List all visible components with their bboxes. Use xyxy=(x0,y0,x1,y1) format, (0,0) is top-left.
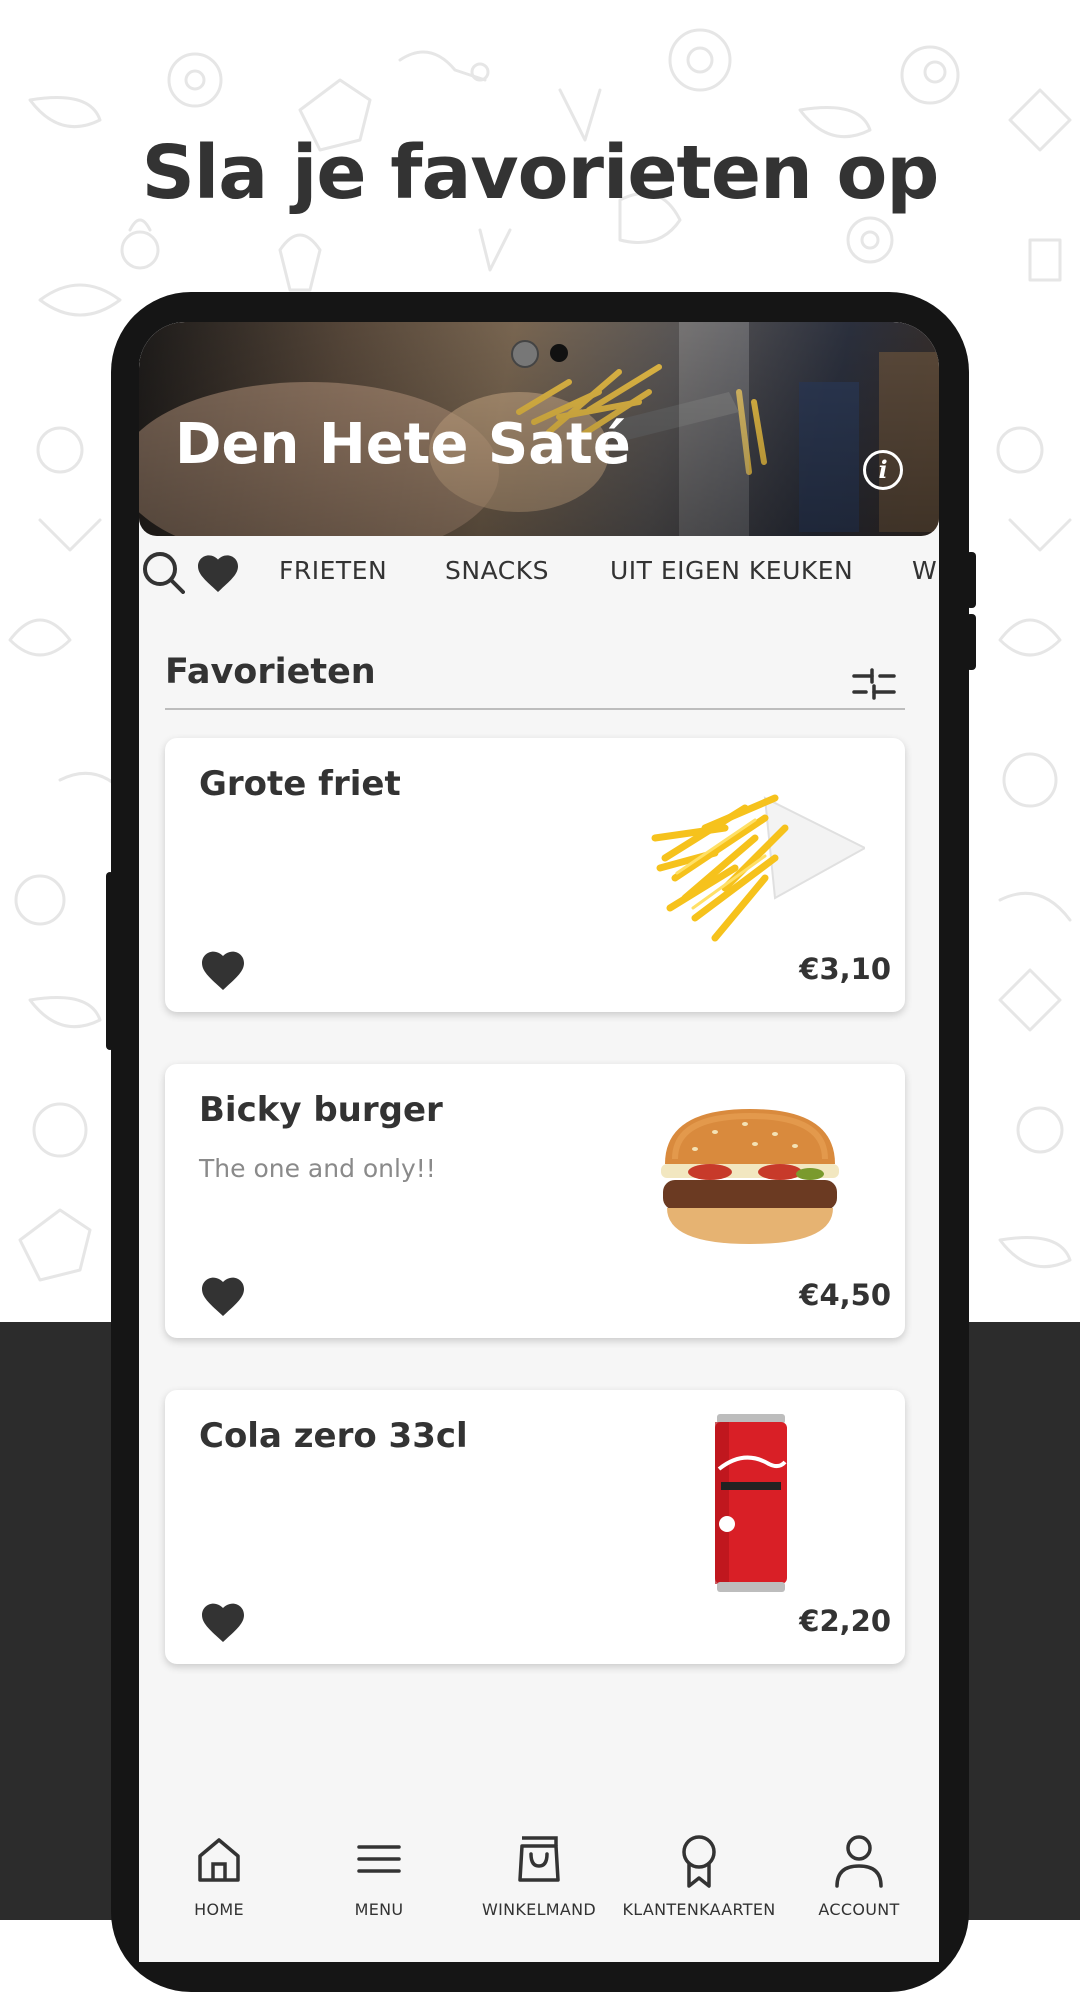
nav-home[interactable]: HOME xyxy=(139,1822,299,1962)
search-icon[interactable] xyxy=(141,550,185,594)
favorite-heart-icon[interactable] xyxy=(199,1274,247,1316)
account-icon xyxy=(835,1835,883,1888)
section-divider xyxy=(165,708,905,710)
tab-uit-eigen-keuken[interactable]: UIT EIGEN KEUKEN xyxy=(610,556,853,585)
menu-icon xyxy=(357,1845,401,1873)
nav-account[interactable]: ACCOUNT xyxy=(779,1822,939,1962)
nav-label: WINKELMAND xyxy=(481,1900,597,1919)
nav-winkelmand[interactable]: WINKELMAND xyxy=(459,1822,619,1962)
tab-snacks[interactable]: SNACKS xyxy=(445,556,549,585)
carousel-dot-active[interactable] xyxy=(511,340,539,368)
app-screen: Den Hete Saté i FRIETEN SNACKS UIT EIGEN… xyxy=(139,322,939,1962)
sliders-icon[interactable] xyxy=(852,668,896,702)
product-price: €3,10 xyxy=(799,952,891,986)
nav-label: ACCOUNT xyxy=(818,1900,900,1919)
favorite-heart-icon[interactable] xyxy=(199,948,247,990)
product-price: €2,20 xyxy=(799,1604,891,1638)
carousel-dot[interactable] xyxy=(550,344,568,362)
product-card[interactable]: Grote friet €3,10 xyxy=(165,738,905,1012)
product-image-cola-can xyxy=(715,1414,787,1592)
restaurant-header: Den Hete Saté i xyxy=(139,322,939,536)
product-card[interactable]: Bicky burger The one and only!! €4,50 xyxy=(165,1064,905,1338)
shopping-bag-icon xyxy=(518,1836,560,1882)
heart-icon[interactable] xyxy=(195,552,241,592)
nav-menu[interactable]: MENU xyxy=(299,1822,459,1962)
product-name: Bicky burger xyxy=(199,1090,443,1130)
category-tabs: FRIETEN SNACKS UIT EIGEN KEUKEN W xyxy=(139,536,939,608)
award-icon xyxy=(682,1835,716,1888)
nav-klantenkaarten[interactable]: KLANTENKAARTEN xyxy=(619,1822,779,1962)
promo-headline: Sla je favorieten op xyxy=(141,130,940,216)
tab-partial[interactable]: W xyxy=(912,556,937,585)
nav-label: MENU xyxy=(354,1900,404,1919)
nav-label: KLANTENKAARTEN xyxy=(622,1900,776,1919)
restaurant-name: Den Hete Saté xyxy=(175,412,631,477)
product-price: €4,50 xyxy=(799,1278,891,1312)
product-name: Grote friet xyxy=(199,764,401,804)
product-card[interactable]: Cola zero 33cl €2,20 xyxy=(165,1390,905,1664)
product-description: The one and only!! xyxy=(199,1154,436,1183)
bottom-navigation: HOME MENU WINKELMAND KLANTENKAARTEN ACCO… xyxy=(139,1822,939,1962)
info-icon[interactable]: i xyxy=(863,450,903,490)
product-name: Cola zero 33cl xyxy=(199,1416,468,1456)
favorite-heart-icon[interactable] xyxy=(199,1600,247,1642)
product-image-burger xyxy=(661,1109,839,1244)
home-icon xyxy=(198,1838,240,1882)
product-image-fries xyxy=(651,794,865,942)
tab-frieten[interactable]: FRIETEN xyxy=(279,556,387,585)
section-title: Favorieten xyxy=(165,652,376,692)
nav-label: HOME xyxy=(194,1900,244,1919)
